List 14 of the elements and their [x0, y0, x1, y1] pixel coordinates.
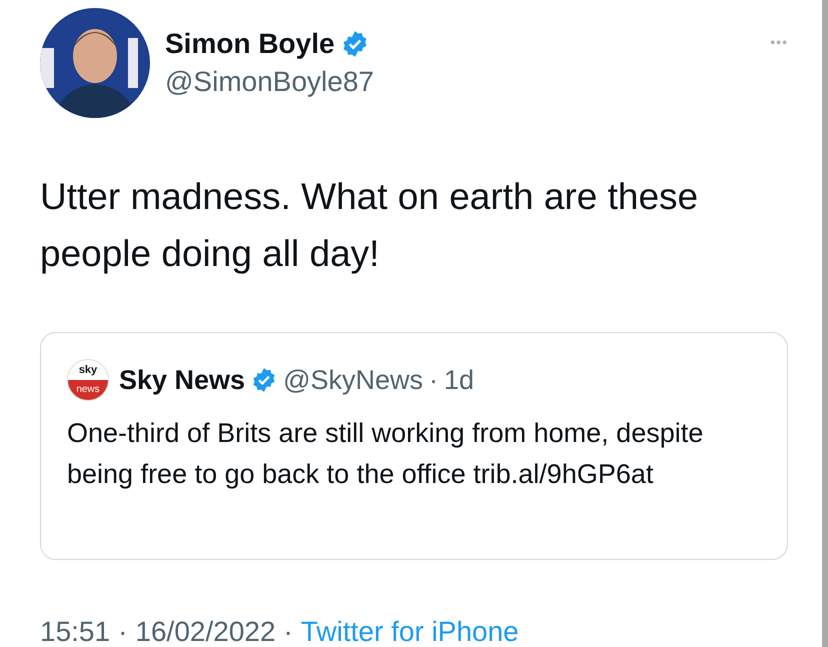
tweet-time: 15:51 [40, 616, 110, 647]
quoted-tweet-text: One-third of Brits are still working from home, despite being free to go back to the office trib.al/9hGP6at [67, 417, 704, 491]
quoted-author-name: Sky News [119, 364, 246, 396]
quoted-author-handle: @SkyNews [283, 364, 424, 396]
tweet-date: 16/02/2022 [135, 616, 276, 647]
tweet-age: 1d [444, 364, 474, 396]
separator: · [284, 616, 293, 647]
separator: · [429, 364, 438, 396]
tweet-text: Utter madness. What on earth are these people doing all day! [40, 175, 700, 276]
news-logo: sky news [67, 359, 109, 401]
author-handle[interactable]: @SimonBoyle87 [165, 62, 756, 102]
author-name[interactable]: Simon Boyle [165, 26, 335, 62]
quoted-tweet-card[interactable]: sky news Sky News @SkyNews · 1d One-third of Brits are still working from home, despite being free to go back to the office trib.al/9hGP6at [40, 332, 788, 560]
separator: · [118, 616, 128, 647]
